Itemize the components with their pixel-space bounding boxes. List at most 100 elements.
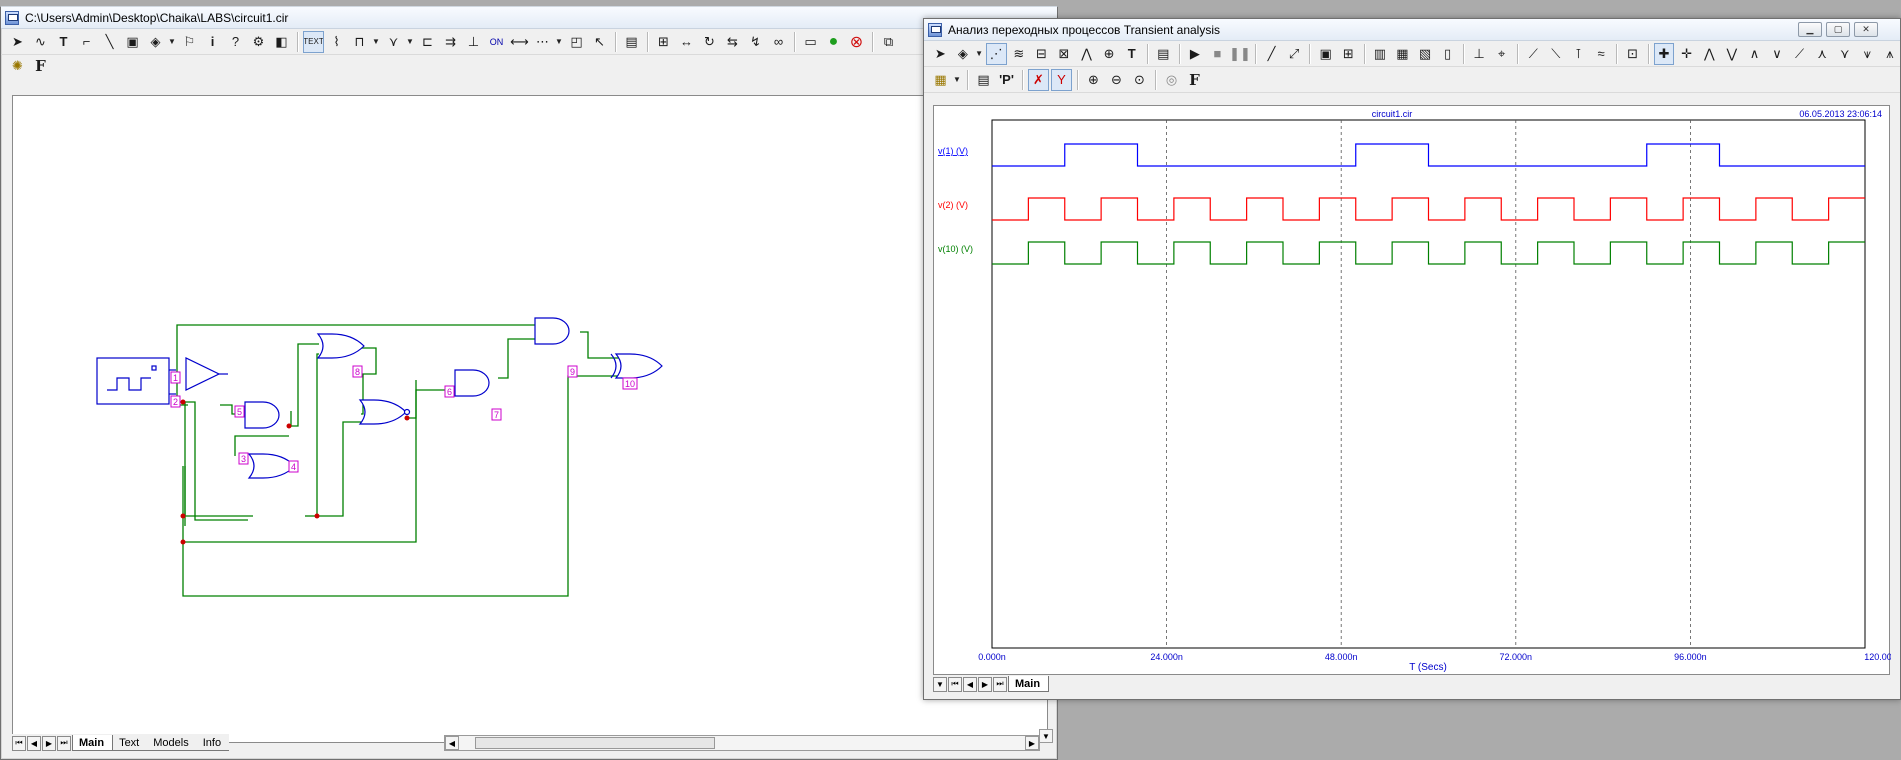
show-text-button[interactable]: TEXT [303, 30, 324, 53]
stop-icon[interactable]: ■ [1207, 43, 1228, 65]
low-find-icon[interactable]: ≈ [1591, 43, 1612, 65]
text-tool-icon[interactable]: T [53, 31, 74, 53]
select-arrow-icon[interactable]: ➤ [7, 31, 28, 53]
rotate-icon[interactable]: ↻ [699, 31, 720, 53]
first-page-button[interactable]: ⏮ [948, 676, 962, 692]
graphics-icon[interactable]: ◈ [145, 31, 166, 53]
grid-none-icon[interactable]: ▯ [1437, 43, 1458, 65]
line-icon[interactable]: ╱ [1261, 43, 1282, 65]
component-icon[interactable]: ▣ [122, 31, 143, 53]
chevron-down-icon[interactable]: ▼ [975, 49, 984, 58]
font-button[interactable]: F [1184, 69, 1205, 91]
run-icon[interactable]: ▶ [1185, 43, 1206, 65]
binoculars-icon[interactable]: ∞ [768, 31, 789, 53]
go-icon[interactable]: ● [823, 31, 844, 53]
grid-icon[interactable]: ⋯ [532, 31, 553, 53]
window-icon[interactable]: ▣ [1315, 43, 1336, 65]
next-page-button[interactable]: ▶ [978, 676, 992, 692]
high-find-icon[interactable]: ⊺ [1568, 43, 1589, 65]
axis-icon[interactable]: ⊥ [1469, 43, 1490, 65]
edit-component-icon[interactable]: ⚙ [248, 31, 269, 53]
tab-info[interactable]: Info [196, 735, 230, 751]
waveform-plot[interactable]: circuit1.cir 06.05.2013 23:06:14 0.000n 2… [933, 105, 1901, 675]
horizontal-grid-icon[interactable]: ⊟ [1031, 43, 1052, 65]
slope-icon[interactable]: ⟋ [1789, 43, 1810, 65]
rise-icon[interactable]: ⋀ [1699, 43, 1720, 65]
node-numbers-icon[interactable]: ⊓ [349, 31, 370, 53]
close-button[interactable]: ✕ [1854, 22, 1878, 37]
minor-grid-icon[interactable]: ⊠ [1054, 43, 1075, 65]
graphics-icon[interactable]: ◈ [953, 43, 974, 65]
chevron-down-icon[interactable]: ▼ [406, 37, 415, 46]
and-gate[interactable] [244, 401, 280, 429]
and-gate[interactable] [454, 369, 490, 397]
nor-gate[interactable] [358, 399, 407, 425]
prev-page-button[interactable]: ◀ [963, 676, 977, 692]
show-on-state-button[interactable]: ON [486, 31, 507, 53]
diagonal-icon[interactable]: ⤢ [1284, 43, 1305, 65]
probe-icon[interactable]: ◎ [1161, 69, 1182, 91]
fit-icon[interactable]: ⊞ [653, 31, 674, 53]
local-valley-icon[interactable]: ∨ [1767, 43, 1788, 65]
cursor-left-icon[interactable]: ✚ [1653, 42, 1675, 65]
buffer-gate[interactable] [185, 357, 221, 391]
info-icon[interactable]: i [202, 31, 223, 53]
mirror-icon[interactable]: ⇆ [722, 31, 743, 53]
data-points-icon[interactable]: ⋰ [985, 42, 1007, 65]
dropdown-button[interactable]: ▼ [933, 676, 947, 692]
plot-properties-icon[interactable]: ⊡ [1622, 43, 1643, 65]
windows-icon[interactable]: ⧉ [878, 31, 899, 53]
next-page-button[interactable]: ▶ [42, 735, 56, 751]
select-arrow-icon[interactable]: ➤ [930, 43, 951, 65]
stop-icon[interactable]: ⊗ [846, 31, 867, 53]
cursor-right-icon[interactable]: ✛ [1676, 43, 1697, 65]
flip-icon[interactable]: ↔ [676, 31, 697, 53]
step-icon[interactable]: ↯ [745, 31, 766, 53]
prev-page-button[interactable]: ◀ [27, 735, 41, 751]
ortho-wire-icon[interactable]: ⌐ [76, 31, 97, 53]
tab-main[interactable]: Main [72, 735, 114, 751]
node-voltage-icon[interactable]: ⊏ [417, 31, 438, 53]
valley-find-icon[interactable]: ⟍ [1546, 43, 1567, 65]
properties-icon[interactable]: ▤ [621, 31, 642, 53]
global-low-icon[interactable]: ⋎ [1834, 43, 1855, 65]
scroll-thumb[interactable] [475, 737, 715, 749]
pause-icon[interactable]: ❚❚ [1230, 43, 1251, 65]
and-gate[interactable] [534, 317, 570, 345]
pin-connections-icon[interactable]: ⋎ [383, 31, 404, 53]
pulse-source[interactable] [96, 357, 170, 405]
bottom-icon[interactable]: ⩚ [1880, 43, 1901, 65]
tab-text[interactable]: Text [113, 735, 148, 751]
chevron-down-icon[interactable]: ▼ [953, 75, 962, 84]
current-icon[interactable]: ⇉ [440, 31, 461, 53]
zoom-in-icon[interactable]: ⊕ [1083, 69, 1104, 91]
cursor-icon[interactable]: ↖ [589, 31, 610, 53]
pin-icon[interactable]: ⟷ [509, 31, 530, 53]
series-label[interactable]: v(10) (V) [938, 244, 973, 254]
peak-find-icon[interactable]: ⟋ [1523, 43, 1544, 65]
grid-light-icon[interactable]: ▧ [1415, 43, 1436, 65]
tab-main[interactable]: Main [1008, 676, 1050, 692]
diagonal-wire-icon[interactable]: ╲ [99, 31, 120, 53]
tokens-icon[interactable]: ≋ [1009, 43, 1030, 65]
attribute-icon[interactable]: ⌇ [326, 31, 347, 53]
numeric-output-icon[interactable]: ▤ [973, 69, 994, 91]
presentation-icon[interactable]: ▭ [800, 31, 821, 53]
power-icon[interactable]: ⊥ [463, 31, 484, 53]
y-scale-icon[interactable]: Y [1051, 68, 1072, 91]
cursor-mode-icon[interactable]: ⌖ [1491, 43, 1512, 65]
table-icon[interactable]: ⊞ [1338, 43, 1359, 65]
grid-dense-icon[interactable]: ▥ [1370, 43, 1391, 65]
series-label[interactable]: v(1) (V) [938, 146, 968, 156]
local-peak-icon[interactable]: ∧ [1744, 43, 1765, 65]
schematic-canvas[interactable]: 1 2 3 4 5 6 7 8 9 10 [12, 95, 1048, 743]
phase-icon[interactable]: ⊕ [1099, 43, 1120, 65]
color-icon[interactable]: ▦ [930, 69, 951, 91]
or-gate[interactable] [247, 453, 296, 479]
chevron-down-icon[interactable]: ▼ [168, 37, 177, 46]
properties-icon[interactable]: ▤ [1153, 43, 1174, 65]
font-button[interactable]: F [30, 55, 51, 77]
x-scale-icon[interactable]: ✗ [1028, 68, 1049, 91]
wire-icon[interactable]: ∿ [30, 31, 51, 53]
transient-titlebar[interactable]: Анализ переходных процессов Transient an… [924, 19, 1900, 41]
